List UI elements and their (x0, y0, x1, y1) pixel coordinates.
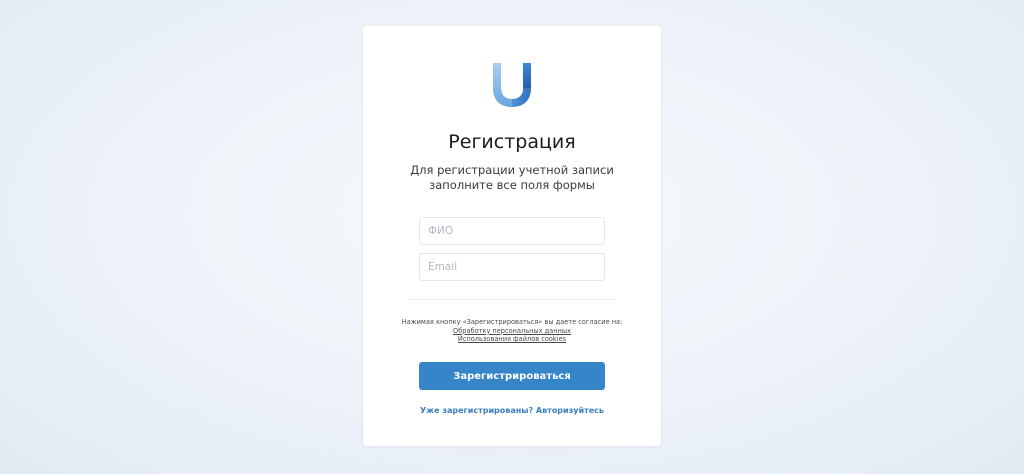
subtitle-line-1: Для регистрации учетной записи (410, 163, 614, 177)
personal-data-link[interactable]: Обработку персональных данных (373, 327, 651, 336)
login-link[interactable]: Уже зарегистрированы? Авторизуйтесь (363, 406, 661, 415)
email-input[interactable] (419, 253, 605, 281)
fio-input[interactable] (419, 217, 605, 245)
cookies-policy-link[interactable]: Использования файлов cookies (373, 335, 651, 344)
register-button[interactable]: Зарегистрироваться (419, 362, 605, 390)
subtitle-line-2: заполните все поля формы (429, 178, 595, 192)
form-subtitle: Для регистрации учетной записи заполните… (383, 163, 641, 193)
consent-block: Нажимая кнопку «Зарегистрироваться» вы д… (373, 318, 651, 344)
consent-text: Нажимая кнопку «Зарегистрироваться» вы д… (401, 318, 623, 326)
form-divider (409, 299, 615, 300)
u-ribbon-logo-icon (493, 63, 531, 107)
page-title: Регистрация (448, 131, 576, 153)
registration-card: Регистрация Для регистрации учетной запи… (363, 26, 661, 446)
